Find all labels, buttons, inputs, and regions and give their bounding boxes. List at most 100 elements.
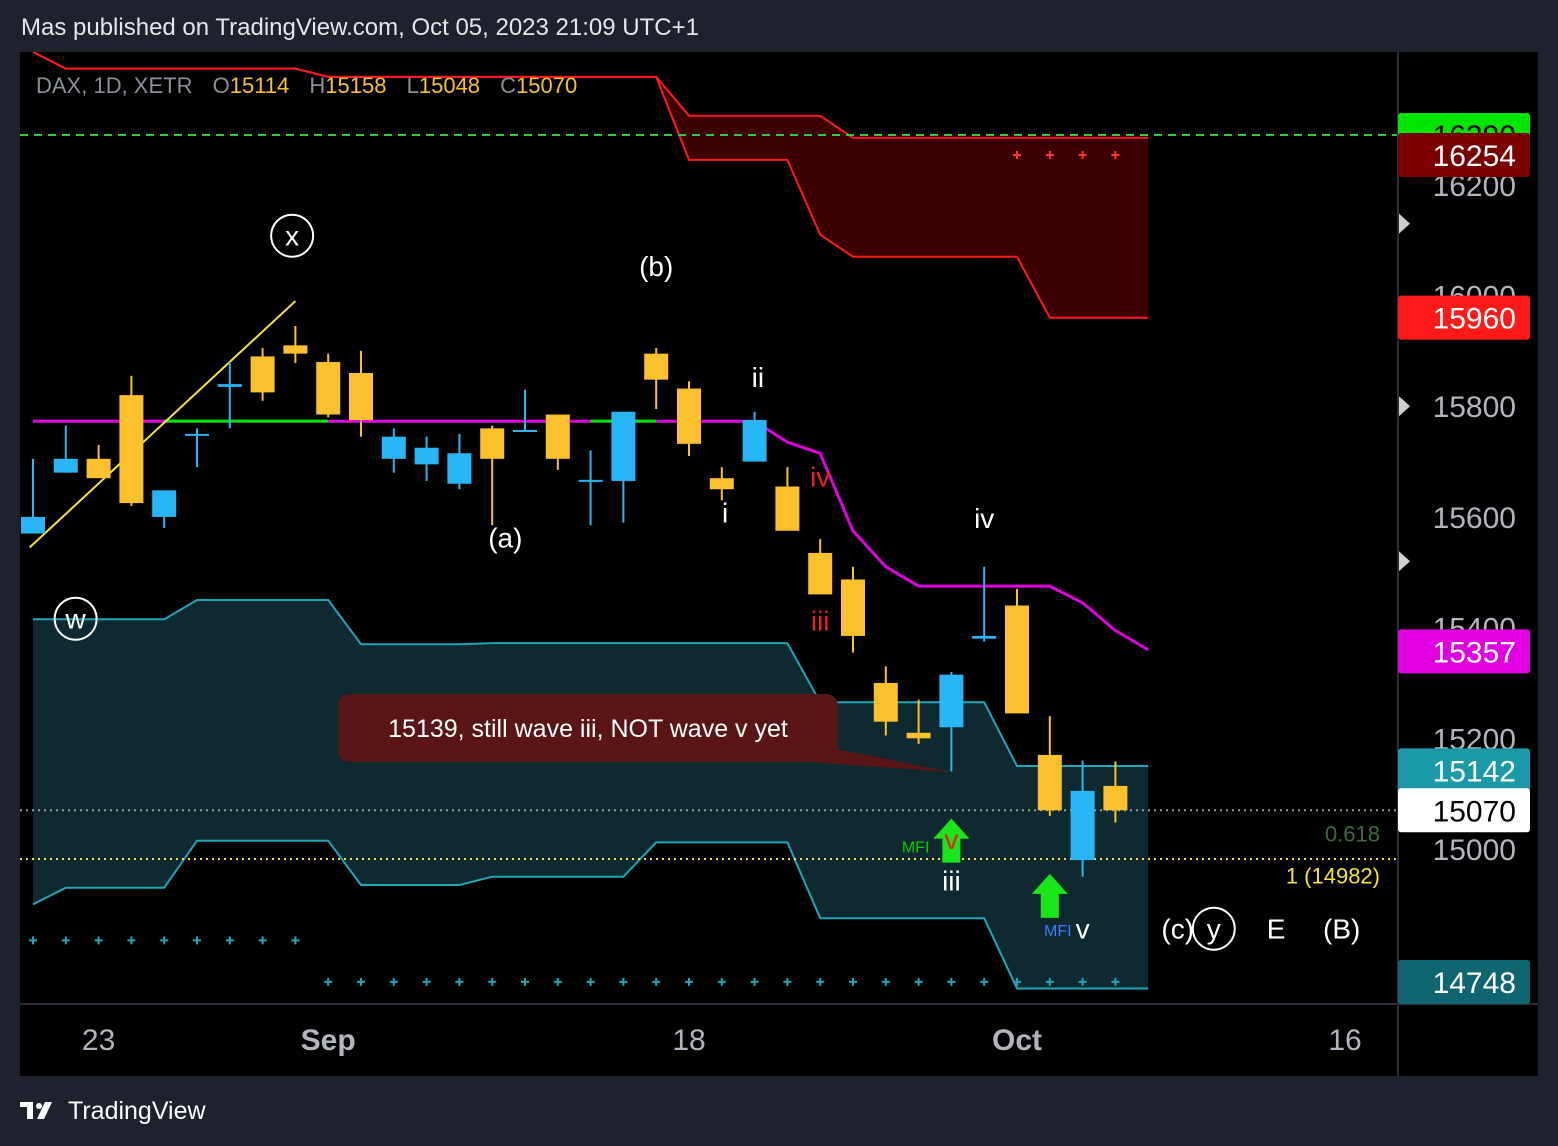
candle-body [414, 447, 439, 465]
candle-body [578, 479, 603, 482]
candle-body [283, 345, 308, 354]
legend-open-label: O [213, 73, 230, 98]
x-tick-label: Sep [301, 1024, 356, 1057]
wave-label: x [285, 221, 299, 252]
legend-close-value: 15070 [516, 73, 577, 98]
cross-marker [586, 977, 595, 986]
candle-body [611, 411, 636, 481]
annotation-text: 15139, still wave iii, NOT wave v yet [388, 715, 788, 743]
candle-body [1005, 605, 1029, 714]
cross-marker [685, 977, 693, 986]
fib-label: 1 (14982) [1286, 864, 1380, 889]
candle-body [217, 384, 242, 387]
x-tick-label: 18 [672, 1024, 705, 1057]
cross-marker [291, 936, 300, 945]
cross-marker [619, 977, 628, 986]
mfi-label: MFI [1044, 923, 1072, 940]
cross-marker [422, 977, 431, 986]
candle-body [1070, 790, 1095, 861]
legend-symbol: DAX, 1D, XETR [36, 73, 192, 98]
candle-body [250, 356, 275, 393]
wave-label: ii [752, 362, 764, 393]
wave-label: v [1076, 914, 1090, 945]
candle-body [709, 478, 734, 490]
cross-marker [849, 977, 857, 986]
upper-cloud-top-line [32, 52, 1149, 139]
candle-body [152, 490, 177, 517]
cross-marker [816, 977, 825, 986]
x-tick-label: Oct [992, 1024, 1042, 1057]
price-label-text: 15070 [1433, 795, 1516, 828]
wave-label: iii [811, 605, 830, 636]
cross-marker [521, 977, 529, 986]
candle-body [644, 353, 669, 380]
cross-marker [258, 936, 267, 945]
fib-label: 0.618 [1325, 822, 1380, 847]
cross-marker [389, 977, 398, 986]
cross-marker [160, 936, 169, 945]
candle-body [742, 420, 767, 462]
wave-label: E [1267, 914, 1286, 945]
wave-label: v [944, 824, 958, 855]
legend-open-value: 15114 [230, 73, 290, 98]
price-label-text: 15357 [1433, 636, 1516, 669]
legend-low-label: L [407, 73, 419, 98]
candle-body [349, 373, 373, 421]
candle-body [1037, 754, 1062, 811]
chart-frame[interactable]: MFI MFI x w (b) ii (a) i iv iii iv v iii v (c) y E (B) 151… [20, 52, 1538, 1076]
wave-label: (b) [639, 251, 673, 282]
cross-marker [652, 977, 661, 986]
cross-marker [193, 936, 201, 945]
footer-brand[interactable]: TradingView [68, 1097, 206, 1126]
candle-body [808, 552, 833, 595]
legend-close-label: C [500, 73, 516, 98]
candle-body [972, 635, 997, 639]
cross-marker [357, 977, 365, 986]
price-label-text: 16254 [1433, 140, 1516, 173]
lower-cloud-fill [33, 600, 1149, 989]
cross-marker [750, 977, 759, 986]
y-tick-label: 15800 [1433, 391, 1516, 424]
candle-body [545, 414, 570, 459]
candle-body [119, 395, 144, 504]
wave-label: (c) [1161, 914, 1194, 945]
cross-marker [914, 977, 923, 986]
price-label-text: 15142 [1433, 755, 1516, 788]
wave-label: iv [974, 503, 994, 534]
candle-body [677, 388, 701, 444]
wave-label: iv [810, 461, 830, 492]
candle-body [447, 453, 472, 484]
candle-body [53, 458, 78, 473]
axes-layer: 1500015200154001560015800160001620016290… [20, 52, 1538, 1076]
wave-label: i [722, 497, 728, 528]
price-chart[interactable]: MFI MFI x w (b) ii (a) i iv iii iv v iii v (c) y E (B) 151… [20, 52, 1538, 1076]
cross-marker [947, 977, 956, 986]
candle-body [906, 732, 931, 739]
cross-marker [783, 977, 792, 986]
price-label-text: 14748 [1433, 967, 1516, 1000]
candle-body [775, 486, 800, 531]
cross-marker [488, 977, 497, 986]
cross-marker [29, 936, 37, 945]
cross-marker [881, 977, 890, 986]
wave-label: y [1207, 914, 1221, 945]
tradingview-logo-icon[interactable] [20, 1099, 60, 1123]
candle-body [841, 579, 865, 636]
cross-marker [455, 977, 464, 986]
candle-body [1103, 785, 1128, 811]
cross-marker [717, 977, 726, 986]
cross-marker [94, 936, 103, 945]
candle-body [939, 674, 964, 728]
candle-body [513, 430, 537, 433]
candle-body [873, 682, 898, 722]
y-tick-label: 15000 [1433, 834, 1516, 867]
y-tick-label: 15600 [1433, 502, 1516, 535]
candle-body [185, 433, 209, 436]
wave-label: iii [942, 866, 961, 897]
legend-high-label: H [309, 73, 325, 98]
legend-low-value: 15048 [419, 73, 480, 98]
candle-body [21, 516, 45, 534]
cross-marker [127, 936, 136, 945]
legend-high-value: 15158 [325, 73, 386, 98]
candle-body [86, 458, 111, 479]
